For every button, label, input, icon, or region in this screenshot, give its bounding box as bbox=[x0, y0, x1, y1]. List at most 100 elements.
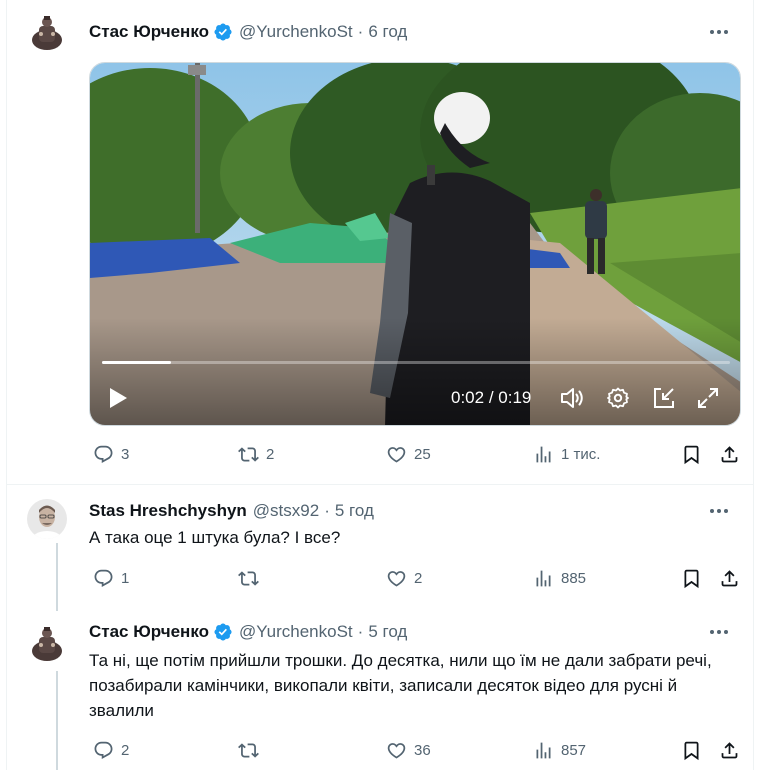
reply-button[interactable]: 2 bbox=[93, 736, 129, 764]
reply-button[interactable]: 1 bbox=[93, 564, 129, 592]
tweet-actions: 1 2 885 bbox=[87, 564, 747, 592]
views-button[interactable]: 1 тис. bbox=[533, 440, 600, 468]
reply-count: 2 bbox=[121, 741, 130, 759]
author-name[interactable]: Стас Юрченко bbox=[89, 22, 209, 42]
like-count: 25 bbox=[414, 445, 431, 463]
author-handle[interactable]: @YurchenkoSt bbox=[239, 622, 353, 642]
bookmark-button[interactable] bbox=[681, 564, 702, 592]
avatar-image bbox=[27, 499, 67, 539]
reply-icon bbox=[93, 444, 114, 465]
more-options-icon[interactable] bbox=[707, 501, 731, 521]
tweet-header: Стас Юрченко @YurchenkoSt · 5 год bbox=[89, 621, 407, 643]
author-name[interactable]: Стас Юрченко bbox=[89, 622, 209, 642]
views-icon bbox=[533, 568, 554, 589]
video-progress-bar[interactable] bbox=[102, 361, 730, 364]
tweet-text: Та ні, ще потім прийшли трошки. До десят… bbox=[89, 651, 712, 720]
tweet-main[interactable]: Стас Юрченко @YurchenkoSt · 6 год 0:02 /… bbox=[7, 0, 753, 484]
thread-connector-line bbox=[56, 671, 58, 770]
timeline: Стас Юрченко @YurchenkoSt · 6 год 0:02 /… bbox=[6, 0, 754, 770]
separator-dot: · bbox=[324, 501, 330, 520]
video-current-time: 0:02 bbox=[451, 388, 485, 407]
bookmark-icon bbox=[681, 568, 702, 589]
share-button[interactable] bbox=[719, 440, 740, 468]
repost-icon bbox=[238, 568, 259, 589]
picture-in-picture-icon bbox=[654, 388, 674, 408]
share-icon bbox=[719, 568, 740, 589]
repost-icon bbox=[238, 740, 259, 761]
bookmark-button[interactable] bbox=[681, 736, 702, 764]
avatar[interactable] bbox=[27, 12, 67, 52]
volume-button[interactable] bbox=[558, 384, 586, 412]
reply-count: 3 bbox=[121, 445, 130, 463]
avatar-image bbox=[27, 623, 67, 663]
timestamp[interactable]: 5 год bbox=[335, 501, 374, 521]
separator-dot: · bbox=[357, 622, 364, 641]
bookmark-button[interactable] bbox=[681, 440, 702, 468]
repost-icon bbox=[238, 444, 259, 465]
tweet-header: Stas Hreshchyshyn @stsx92 · 5 год bbox=[89, 500, 374, 522]
verified-badge-icon bbox=[213, 622, 233, 642]
views-icon bbox=[533, 740, 554, 761]
fullscreen-button[interactable] bbox=[694, 384, 722, 412]
share-button[interactable] bbox=[719, 736, 740, 764]
share-icon bbox=[719, 740, 740, 761]
video-duration: 0:19 bbox=[498, 388, 532, 407]
video-frame bbox=[90, 63, 740, 425]
like-count: 36 bbox=[414, 741, 431, 759]
volume-icon bbox=[561, 388, 583, 408]
avatar-image bbox=[27, 12, 67, 52]
timestamp[interactable]: 6 год bbox=[368, 22, 407, 42]
share-button[interactable] bbox=[719, 564, 740, 592]
like-button[interactable]: 25 bbox=[386, 440, 431, 468]
tweet-reply[interactable]: Stas Hreshchyshyn @stsx92 · 5 год А така… bbox=[7, 485, 753, 611]
tweet-header: Стас Юрченко @YurchenkoSt · 6 год bbox=[89, 21, 407, 43]
repost-count: 2 bbox=[266, 445, 275, 463]
author-handle[interactable]: @stsx92 bbox=[253, 501, 319, 521]
timestamp[interactable]: 5 год bbox=[368, 622, 407, 642]
views-count: 857 bbox=[561, 741, 587, 759]
video-player[interactable]: 0:02 / 0:19 bbox=[89, 62, 741, 426]
reply-icon bbox=[93, 740, 114, 761]
views-count: 1 тис. bbox=[561, 445, 601, 463]
reply-count: 1 bbox=[121, 569, 130, 587]
reply-icon bbox=[93, 568, 114, 589]
bookmark-icon bbox=[681, 444, 702, 465]
like-count: 2 bbox=[414, 569, 423, 587]
minimize-player-button[interactable] bbox=[650, 384, 678, 412]
repost-button[interactable] bbox=[238, 564, 259, 592]
repost-button[interactable]: 2 bbox=[238, 440, 274, 468]
thread-connector-line bbox=[56, 543, 58, 611]
like-button[interactable]: 36 bbox=[386, 736, 431, 764]
video-progress-fill bbox=[102, 361, 172, 364]
tweet-actions: 3 2 25 1 тис. bbox=[87, 440, 747, 468]
author-name[interactable]: Stas Hreshchyshyn bbox=[89, 501, 247, 521]
heart-icon bbox=[386, 444, 407, 465]
tweet-text: А така оце 1 штука була? І все? bbox=[89, 528, 341, 547]
tweet-actions: 2 36 857 bbox=[87, 736, 747, 764]
more-options-icon[interactable] bbox=[707, 22, 731, 42]
play-button[interactable] bbox=[106, 385, 130, 411]
verified-badge-icon bbox=[213, 22, 233, 42]
heart-icon bbox=[386, 568, 407, 589]
avatar[interactable] bbox=[27, 623, 67, 663]
gear-icon bbox=[607, 387, 629, 409]
bookmark-icon bbox=[681, 740, 702, 761]
avatar[interactable] bbox=[27, 499, 67, 539]
share-icon bbox=[719, 444, 740, 465]
reply-button[interactable]: 3 bbox=[93, 440, 129, 468]
fullscreen-icon bbox=[698, 388, 718, 408]
views-button[interactable]: 885 bbox=[533, 564, 586, 592]
views-icon bbox=[533, 444, 554, 465]
video-time-separator: / bbox=[484, 388, 499, 407]
heart-icon bbox=[386, 740, 407, 761]
settings-button[interactable] bbox=[604, 384, 632, 412]
tweet-reply[interactable]: Стас Юрченко @YurchenkoSt · 5 год Та ні,… bbox=[7, 611, 753, 770]
views-button[interactable]: 857 bbox=[533, 736, 586, 764]
video-timecode: 0:02 / 0:19 bbox=[451, 387, 531, 409]
more-options-icon[interactable] bbox=[707, 622, 731, 642]
separator-dot: · bbox=[357, 22, 364, 41]
repost-button[interactable] bbox=[238, 736, 259, 764]
author-handle[interactable]: @YurchenkoSt bbox=[239, 22, 353, 42]
views-count: 885 bbox=[561, 569, 587, 587]
like-button[interactable]: 2 bbox=[386, 564, 422, 592]
